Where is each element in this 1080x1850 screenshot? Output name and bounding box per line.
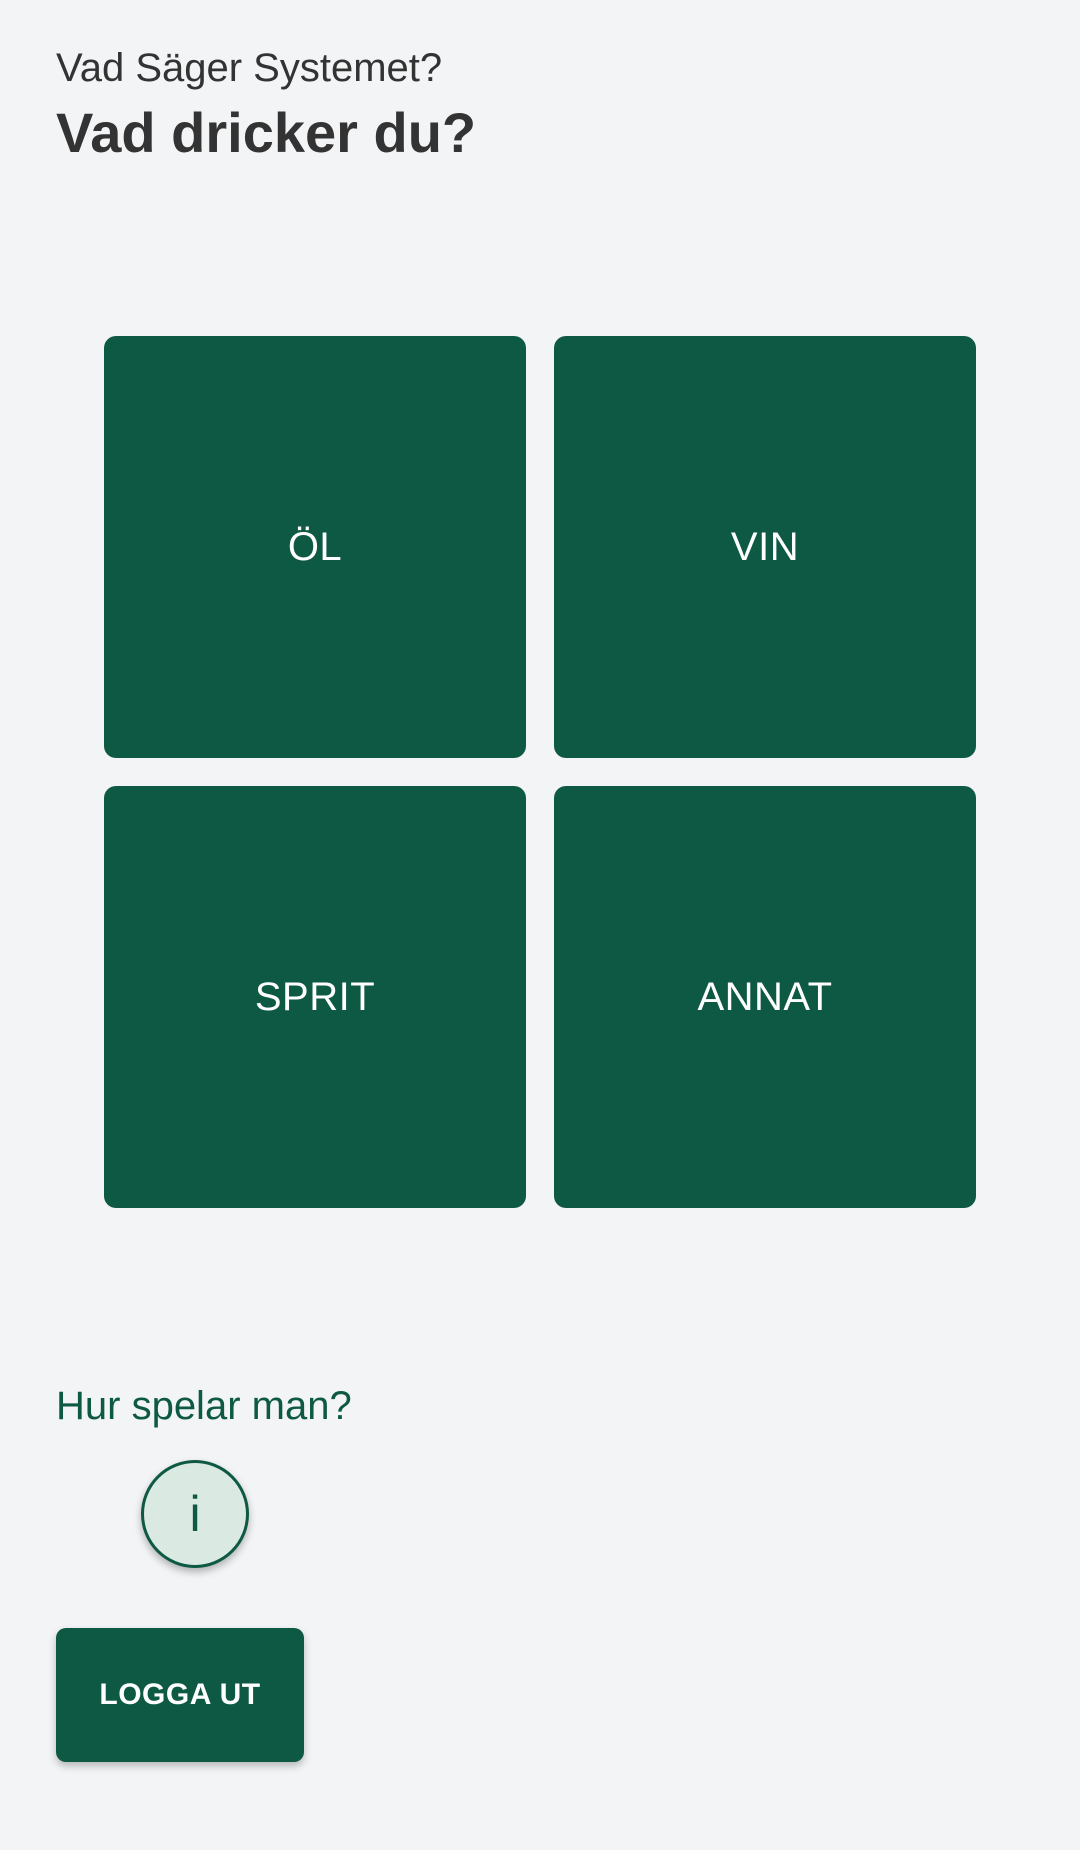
how-to-play-link[interactable]: Hur spelar man? [56,1380,352,1432]
info-icon: i [189,1486,201,1542]
info-button[interactable]: i [141,1460,249,1568]
category-label-sprit: SPRIT [254,974,376,1019]
logout-button-label: LOGGA UT [99,1678,261,1711]
category-label-annat: ANNAT [697,974,833,1019]
app-subtitle: Vad Säger Systemet? [56,46,443,90]
category-button-ol[interactable]: ÖL [104,336,526,758]
category-button-annat[interactable]: ANNAT [554,786,976,1208]
category-label-ol: ÖL [287,524,343,569]
category-label-vin: VIN [730,524,800,569]
logout-button[interactable]: LOGGA UT [56,1628,304,1762]
page-title: Vad dricker du? [56,101,477,164]
category-button-vin[interactable]: VIN [554,336,976,758]
category-button-sprit[interactable]: SPRIT [104,786,526,1208]
